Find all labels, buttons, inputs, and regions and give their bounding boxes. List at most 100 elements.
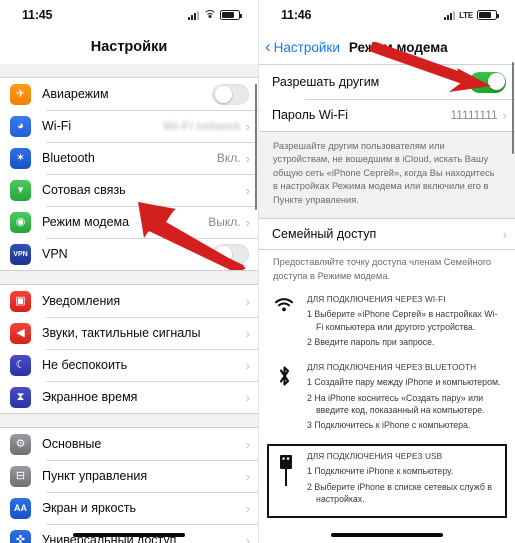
- row-label: Уведомления: [42, 294, 121, 308]
- instructions-usb: ДЛЯ ПОДКЛЮЧЕНИЯ ЧЕРЕЗ USB 1 Подключите i…: [267, 444, 507, 519]
- screen-time-icon: ⧗: [10, 386, 31, 408]
- row-label: Режим модема: [42, 215, 130, 229]
- sidebar-item-airplane-mode[interactable]: ✈ Авиарежим: [0, 78, 258, 110]
- general-settings-icon: ⚙: [10, 433, 31, 455]
- instructions-heading: ДЛЯ ПОДКЛЮЧЕНИЯ ЧЕРЕЗ USB: [307, 452, 443, 462]
- instruction-step: 2 Выберите iPhone в списке сетевых служб…: [307, 481, 492, 505]
- row-label: Wi-Fi: [42, 119, 72, 133]
- wifi-password-row[interactable]: Пароль Wi-Fi 11111111 ›: [259, 99, 515, 131]
- sidebar-item-display-brightness[interactable]: AA Экран и яркость ›: [0, 492, 258, 524]
- battery-icon: [477, 10, 499, 20]
- page-title: Режим модема: [348, 39, 448, 55]
- family-sharing-note: Предоставляйте точку доступа членам Семе…: [259, 250, 515, 288]
- instructions-body: ДЛЯ ПОДКЛЮЧЕНИЯ ЧЕРЕЗ BLUETOOTH 1 Создай…: [307, 363, 503, 434]
- row-label: Звуки, тактильные сигналы: [42, 326, 201, 340]
- right-nav-bar: ‹ Настройки Режим модема: [259, 30, 515, 64]
- wifi-icon: ◕: [10, 115, 31, 137]
- instructions-heading: ДЛЯ ПОДКЛЮЧЕНИЯ ЧЕРЕЗ BLUETOOTH: [307, 363, 477, 373]
- chevron-right-icon: ›: [245, 357, 250, 373]
- bluetooth-icon: ✶: [10, 147, 31, 169]
- sidebar-item-general[interactable]: ⚙ Основные ›: [0, 428, 258, 460]
- left-phone-screen: 11:45 Настройки ✈ Авиарежим ◕ Wi-Fi Wi-F…: [0, 0, 258, 543]
- sounds-haptics-icon: ◀: [10, 322, 31, 344]
- right-phone-screen: 11:46 LTE ‹ Настройки Режим модема Разре…: [258, 0, 515, 543]
- instructions-heading: ДЛЯ ПОДКЛЮЧЕНИЯ ЧЕРЕЗ WI-FI: [307, 295, 446, 305]
- family-sharing-label: Семейный доступ: [272, 227, 377, 242]
- sidebar-item-screen-time[interactable]: ⧗ Экранное время ›: [0, 381, 258, 413]
- chevron-right-icon: ›: [245, 214, 250, 230]
- row-label: VPN: [42, 247, 68, 261]
- list-gap: [0, 271, 258, 284]
- chevron-right-icon: ›: [245, 182, 250, 198]
- chevron-right-icon: ›: [245, 150, 250, 166]
- wifi-password-value: 11111111: [450, 108, 498, 122]
- sidebar-item-personal-hotspot[interactable]: ◉ Режим модема Выкл. ›: [0, 206, 258, 238]
- sidebar-item-control-center[interactable]: ⊟ Пункт управления ›: [0, 460, 258, 492]
- vpn-toggle[interactable]: [212, 243, 249, 265]
- airplane-mode-toggle[interactable]: [212, 83, 249, 105]
- cellular-icon: ▾: [10, 179, 31, 201]
- usb-icon: [273, 452, 299, 508]
- row-label: Bluetooth: [42, 151, 95, 165]
- sidebar-item-wifi[interactable]: ◕ Wi-Fi Wi-Fi network ›: [0, 110, 258, 142]
- wifi-network-value: Wi-Fi network: [163, 119, 241, 133]
- bluetooth-state-value: Вкл.: [216, 151, 241, 165]
- back-button[interactable]: Настройки: [274, 40, 340, 55]
- chevron-right-icon: ›: [245, 532, 250, 543]
- do-not-disturb-icon: ☾: [10, 354, 31, 376]
- instructions-body: ДЛЯ ПОДКЛЮЧЕНИЯ ЧЕРЕЗ WI-FI 1 Выберите «…: [307, 295, 503, 351]
- sidebar-item-do-not-disturb[interactable]: ☾ Не беспокоить ›: [0, 349, 258, 381]
- sidebar-item-vpn[interactable]: VPN VPN: [0, 238, 258, 270]
- battery-icon: [220, 10, 242, 20]
- row-label: Экранное время: [42, 390, 138, 404]
- left-scrollbar[interactable]: [254, 84, 257, 210]
- chevron-left-icon[interactable]: ‹: [265, 38, 271, 55]
- chevron-right-icon: ›: [245, 325, 250, 341]
- hotspot-state-value: Выкл.: [208, 215, 241, 229]
- chevron-right-icon: ›: [502, 226, 507, 242]
- settings-group-general: ⚙ Основные › ⊟ Пункт управления › AA Экр…: [0, 427, 258, 543]
- chevron-right-icon: ›: [245, 468, 250, 484]
- sidebar-item-bluetooth[interactable]: ✶ Bluetooth Вкл. ›: [0, 142, 258, 174]
- hotspot-settings-group: Разрешать другим Пароль Wi-Fi 11111111 ›: [259, 64, 515, 132]
- sidebar-item-sounds[interactable]: ◀ Звуки, тактильные сигналы ›: [0, 317, 258, 349]
- status-time: 11:45: [22, 8, 53, 22]
- right-scrollbar[interactable]: [511, 62, 514, 154]
- status-indicators: [188, 10, 242, 20]
- row-label: Сотовая связь: [42, 183, 126, 197]
- bluetooth-icon: [271, 363, 297, 434]
- accessibility-icon: ✜: [10, 529, 31, 543]
- wifi-icon: [203, 10, 216, 20]
- list-gap: [0, 414, 258, 427]
- instructions-body: ДЛЯ ПОДКЛЮЧЕНИЯ ЧЕРЕЗ USB 1 Подключите i…: [307, 452, 501, 508]
- row-label: Пункт управления: [42, 469, 148, 483]
- row-label: Авиарежим: [42, 87, 109, 101]
- instruction-step: 2 Введите пароль при запросе.: [307, 336, 435, 347]
- chevron-right-icon: ›: [502, 107, 507, 123]
- row-label: Экран и яркость: [42, 501, 136, 515]
- control-center-icon: ⊟: [10, 465, 31, 487]
- chevron-right-icon: ›: [245, 436, 250, 452]
- airplane-icon: ✈: [10, 83, 31, 105]
- row-label: Основные: [42, 437, 102, 451]
- list-gap: [0, 64, 258, 77]
- instruction-step: 1 Подключите iPhone к компьютеру.: [307, 466, 454, 477]
- cellular-bars-icon: [188, 10, 199, 20]
- allow-others-label: Разрешать другим: [272, 75, 380, 89]
- sidebar-item-cellular[interactable]: ▾ Сотовая связь ›: [0, 174, 258, 206]
- home-indicator: [73, 533, 185, 537]
- allow-others-toggle[interactable]: [469, 71, 506, 93]
- status-indicators: LTE: [444, 10, 499, 20]
- row-label: Не беспокоить: [42, 358, 128, 372]
- instruction-step: 2 На iPhone коснитесь «Создать пару» или…: [307, 392, 485, 415]
- family-sharing-row[interactable]: Семейный доступ ›: [259, 219, 515, 249]
- settings-group-connectivity: ✈ Авиарежим ◕ Wi-Fi Wi-Fi network › ✶ Bl…: [0, 77, 258, 271]
- left-status-bar: 11:45: [0, 0, 258, 30]
- allow-others-row[interactable]: Разрешать другим: [259, 65, 515, 99]
- display-brightness-icon: AA: [10, 497, 31, 519]
- network-type-label: LTE: [459, 10, 473, 20]
- instruction-step: 1 Создайте пару между iPhone и компьютер…: [307, 377, 501, 388]
- hotspot-description: Разрешайте другим пользователям или устр…: [259, 132, 515, 219]
- instruction-step: 3 Подключитесь к iPhone с компьютера.: [307, 420, 471, 431]
- sidebar-item-notifications[interactable]: ▣ Уведомления ›: [0, 285, 258, 317]
